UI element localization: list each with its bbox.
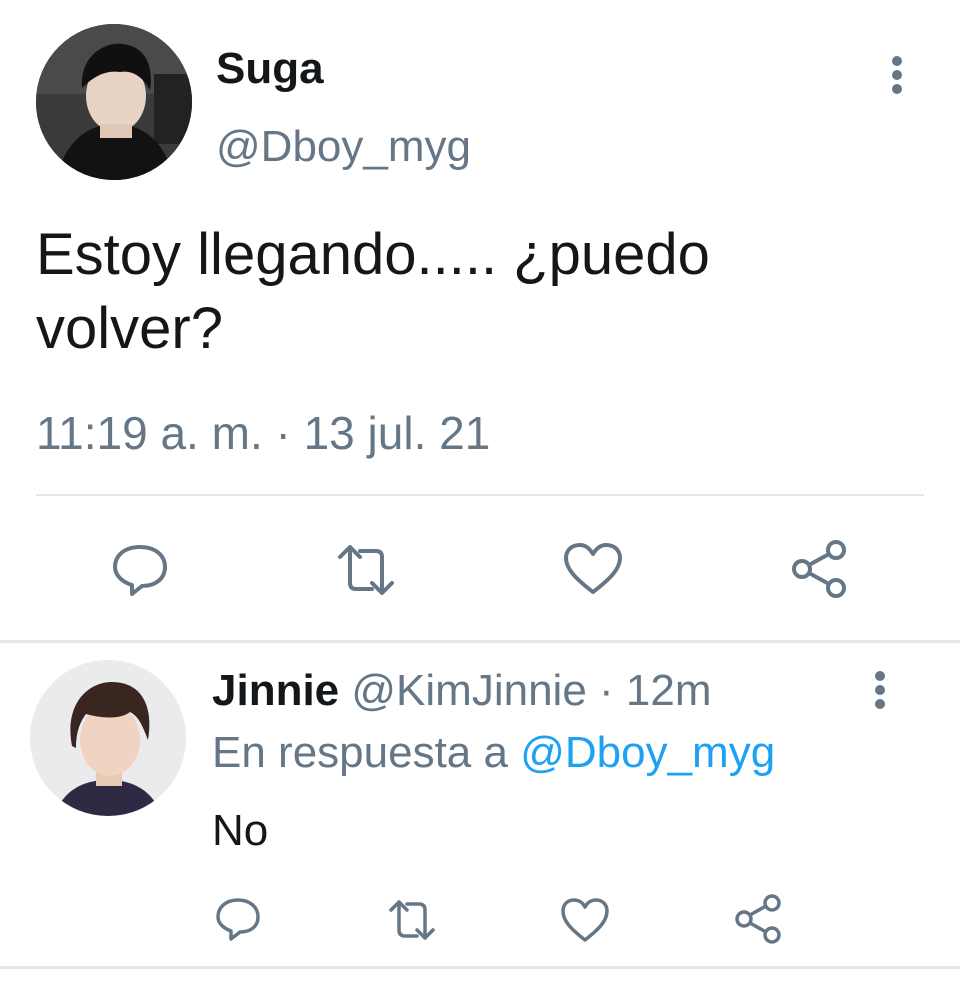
main-share-button[interactable]	[788, 536, 852, 602]
main-more-options-button[interactable]	[882, 52, 912, 98]
reply-separator: ·	[599, 666, 614, 715]
reply-more-options-button[interactable]	[866, 668, 894, 712]
reply-retweet-button[interactable]	[382, 896, 442, 944]
tweet-separator	[0, 640, 960, 643]
reply-bottom-divider	[0, 966, 960, 969]
reply-author-handle[interactable]: @KimJinnie	[351, 666, 586, 715]
reply-author-name[interactable]: Jinnie	[212, 666, 339, 715]
reply-share-button[interactable]	[734, 892, 784, 946]
reply-tweet-text: No	[212, 806, 269, 855]
retweet-icon	[338, 545, 394, 595]
reply-author-avatar[interactable]	[30, 660, 186, 816]
replying-to-mention[interactable]: @Dboy_myg	[520, 728, 775, 777]
reply-reply-button[interactable]	[210, 892, 266, 946]
comment-icon	[216, 898, 260, 941]
retweet-icon	[389, 900, 435, 940]
share-icon	[792, 540, 846, 598]
avatar-photo-icon	[36, 24, 192, 180]
tweet-thread: Suga @Dboy_myg Estoy llegando..... ¿pued…	[0, 0, 960, 996]
avatar-photo-icon	[30, 660, 186, 816]
more-vertical-icon	[875, 671, 885, 709]
more-vertical-icon	[892, 56, 902, 94]
main-author-avatar[interactable]	[36, 24, 192, 180]
replying-to-label: En respuesta a	[212, 728, 508, 777]
main-like-button[interactable]	[560, 538, 626, 600]
main-meta-divider	[36, 494, 924, 496]
share-icon	[735, 894, 781, 944]
main-retweet-button[interactable]	[328, 540, 404, 600]
main-author-name[interactable]: Suga	[216, 44, 324, 94]
main-tweet-text: Estoy llegando..... ¿puedo volver?	[36, 222, 710, 361]
main-tweet-timestamp[interactable]: 11:19 a. m. · 13 jul. 21	[36, 406, 490, 460]
main-author-handle[interactable]: @Dboy_myg	[216, 122, 471, 172]
reply-like-button[interactable]	[558, 894, 612, 946]
replying-to-line: En respuesta a @Dboy_myg	[212, 728, 775, 778]
heart-icon	[564, 543, 622, 594]
comment-icon	[113, 545, 167, 596]
main-reply-button[interactable]	[104, 536, 176, 604]
reply-time[interactable]: 12m	[626, 666, 712, 715]
reply-header: Jinnie @KimJinnie · 12m	[212, 666, 712, 716]
heart-icon	[561, 898, 609, 942]
